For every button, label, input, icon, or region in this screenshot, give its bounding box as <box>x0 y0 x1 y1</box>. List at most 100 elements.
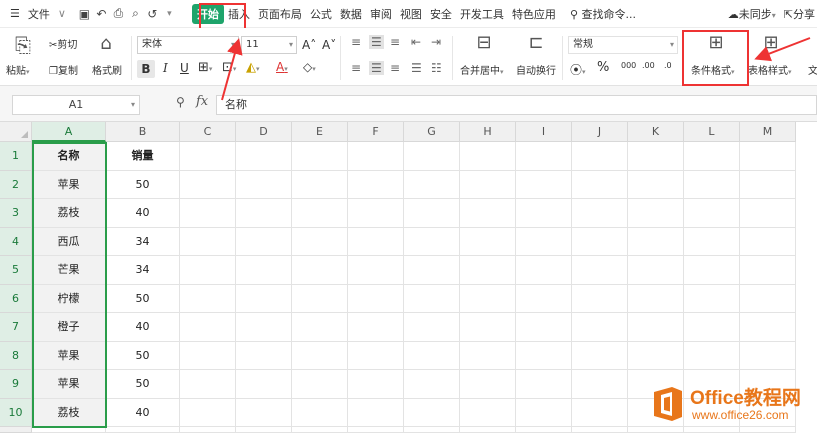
row-header-3[interactable]: 3 <box>0 199 32 228</box>
cell-f8[interactable] <box>348 341 404 370</box>
cell-e5[interactable] <box>292 256 348 285</box>
cell-m7[interactable] <box>740 313 796 342</box>
cell-c5[interactable] <box>180 256 236 285</box>
cell-e6[interactable] <box>292 284 348 313</box>
cell-k3[interactable] <box>628 199 684 228</box>
cell-d2[interactable] <box>236 170 292 199</box>
cell-e8[interactable] <box>292 341 348 370</box>
cell-a8[interactable]: 苹果 <box>32 341 106 370</box>
row-header-9[interactable]: 9 <box>0 370 32 399</box>
cell-m6[interactable] <box>740 284 796 313</box>
justify-icon[interactable]: ☰ <box>411 61 422 75</box>
clear-format-icon[interactable]: ◇▾ <box>303 60 316 74</box>
cell-h1[interactable] <box>460 142 516 171</box>
tab-review[interactable]: 审阅 <box>366 6 396 22</box>
cell-m8[interactable] <box>740 341 796 370</box>
cell-g9[interactable] <box>404 370 460 399</box>
column-header-l[interactable]: L <box>684 122 740 142</box>
row-header-6[interactable]: 6 <box>0 284 32 313</box>
cell-k7[interactable] <box>628 313 684 342</box>
underline-button[interactable]: U <box>180 61 189 75</box>
column-header-j[interactable]: J <box>572 122 628 142</box>
cell-b5[interactable]: 34 <box>106 256 180 285</box>
cut-button[interactable]: ✂剪切 <box>49 36 77 51</box>
cell-jx[interactable] <box>572 427 628 433</box>
bold-button[interactable]: B <box>137 60 155 78</box>
column-header-b[interactable]: B <box>106 122 180 142</box>
cell-b8[interactable]: 50 <box>106 341 180 370</box>
grow-font-button[interactable]: A˄ <box>302 38 316 52</box>
cell-l2[interactable] <box>684 170 740 199</box>
cell-d3[interactable] <box>236 199 292 228</box>
column-header-a[interactable]: A <box>32 122 106 142</box>
cell-j6[interactable] <box>572 284 628 313</box>
cell-c7[interactable] <box>180 313 236 342</box>
column-header-h[interactable]: H <box>460 122 516 142</box>
row-header-1[interactable]: 1 <box>0 142 32 171</box>
cell-i5[interactable] <box>516 256 572 285</box>
cell-h3[interactable] <box>460 199 516 228</box>
cell-j2[interactable] <box>572 170 628 199</box>
row-header-4[interactable]: 4 <box>0 227 32 256</box>
cell-c3[interactable] <box>180 199 236 228</box>
cell-k6[interactable] <box>628 284 684 313</box>
align-bottom-icon[interactable]: ≡ <box>390 35 400 49</box>
cell-f1[interactable] <box>348 142 404 171</box>
cell-c4[interactable] <box>180 227 236 256</box>
cell-l1[interactable] <box>684 142 740 171</box>
cell-b2[interactable]: 50 <box>106 170 180 199</box>
cell-i7[interactable] <box>516 313 572 342</box>
cell-f2[interactable] <box>348 170 404 199</box>
column-header-i[interactable]: I <box>516 122 572 142</box>
cell-g10[interactable] <box>404 398 460 427</box>
distributed-icon[interactable]: ☷ <box>431 61 442 75</box>
undo-history-icon[interactable]: ↶ <box>93 7 110 21</box>
select-all-corner[interactable] <box>0 122 32 142</box>
cell-fx[interactable] <box>348 427 404 433</box>
paste-button[interactable]: 粘贴▾ <box>6 62 30 77</box>
cell-ix[interactable] <box>516 427 572 433</box>
cell-j5[interactable] <box>572 256 628 285</box>
cell-g4[interactable] <box>404 227 460 256</box>
cell-b6[interactable]: 50 <box>106 284 180 313</box>
cell-e10[interactable] <box>292 398 348 427</box>
cell-c8[interactable] <box>180 341 236 370</box>
cell-h10[interactable] <box>460 398 516 427</box>
cell-g2[interactable] <box>404 170 460 199</box>
currency-icon[interactable]: ⦿▾ <box>570 61 586 78</box>
name-box[interactable]: A1 ▾ <box>12 95 140 115</box>
column-header-e[interactable]: E <box>292 122 348 142</box>
cell-h6[interactable] <box>460 284 516 313</box>
tab-page-layout[interactable]: 页面布局 <box>254 6 306 22</box>
cell-h7[interactable] <box>460 313 516 342</box>
cell-f10[interactable] <box>348 398 404 427</box>
cell-d5[interactable] <box>236 256 292 285</box>
merge-center-button[interactable]: 合并居中▾ <box>460 62 504 77</box>
cell-k1[interactable] <box>628 142 684 171</box>
cell-d7[interactable] <box>236 313 292 342</box>
font-color-icon[interactable]: A▾ <box>276 60 288 74</box>
function-icon[interactable]: fx <box>196 94 208 109</box>
decrease-indent-icon[interactable]: ⇤ <box>411 35 421 49</box>
cell-f9[interactable] <box>348 370 404 399</box>
cell-i3[interactable] <box>516 199 572 228</box>
cell-d6[interactable] <box>236 284 292 313</box>
cell-h5[interactable] <box>460 256 516 285</box>
cell-k2[interactable] <box>628 170 684 199</box>
table-style-button[interactable]: 表格样式▾ <box>748 62 792 77</box>
zoom-icon[interactable]: ⚲ <box>176 95 185 109</box>
formula-input[interactable]: 名称 <box>216 95 817 115</box>
cell-a2[interactable]: 苹果 <box>32 170 106 199</box>
qa-more-icon[interactable]: ▾ <box>161 9 178 19</box>
save-icon[interactable]: ▣ <box>76 7 93 21</box>
row-header-2[interactable]: 2 <box>0 170 32 199</box>
column-header-f[interactable]: F <box>348 122 404 142</box>
tab-view[interactable]: 视图 <box>396 6 426 22</box>
cell-e7[interactable] <box>292 313 348 342</box>
cell-m2[interactable] <box>740 170 796 199</box>
tab-data[interactable]: 数据 <box>336 6 366 22</box>
align-left-icon[interactable]: ≡ <box>351 61 361 75</box>
tab-special[interactable]: 特色应用 <box>508 6 560 22</box>
cell-b10[interactable]: 40 <box>106 398 180 427</box>
cell-b3[interactable]: 40 <box>106 199 180 228</box>
